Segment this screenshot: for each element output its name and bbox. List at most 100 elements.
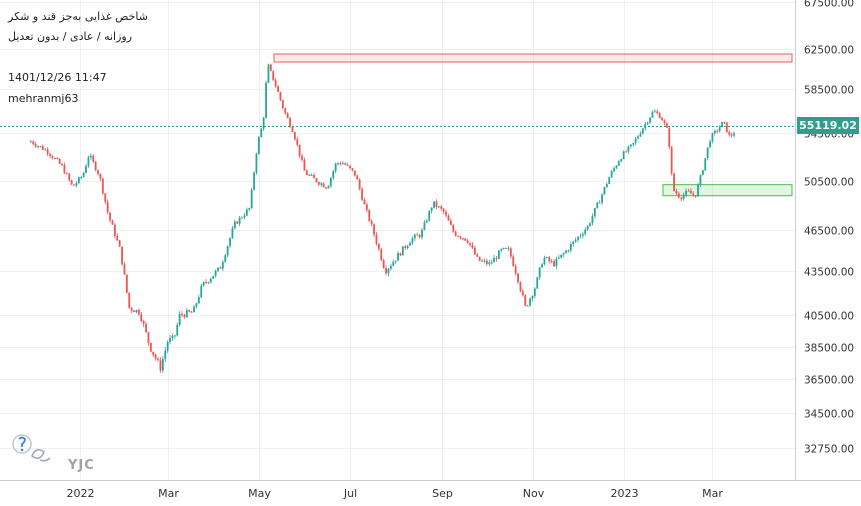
candle: [509, 246, 512, 259]
candle: [238, 215, 241, 227]
candle: [603, 186, 606, 196]
candle: [195, 302, 198, 309]
candle: [490, 259, 493, 265]
candle: [267, 63, 270, 83]
candle: [113, 222, 116, 239]
candle: [435, 199, 438, 210]
support-zone: [662, 184, 793, 197]
candle: [445, 209, 447, 218]
candle: [44, 148, 47, 151]
candle: [209, 277, 212, 284]
y-tick-label: 36500.00: [804, 375, 854, 387]
candle: [152, 351, 155, 358]
candle: [704, 158, 707, 172]
candle: [310, 173, 313, 176]
candle: [387, 268, 390, 277]
candle: [598, 200, 601, 204]
candle: [245, 207, 248, 217]
candle: [370, 219, 373, 227]
candle: [99, 173, 102, 182]
candle: [353, 170, 356, 177]
candle: [200, 283, 203, 299]
candle: [497, 249, 500, 259]
candle: [668, 125, 671, 150]
candle: [711, 132, 714, 144]
y-tick-label: 40500.00: [804, 311, 854, 323]
candle: [169, 334, 171, 344]
candle-series: [29, 63, 735, 373]
price-axis[interactable]: 32750.00 34500.00 36500.00 38500.00 40500.00…: [804, 0, 854, 456]
candle: [164, 347, 167, 363]
candle: [644, 121, 647, 131]
candle: [471, 242, 474, 249]
candle: [46, 147, 49, 157]
candle: [392, 259, 395, 267]
candle: [39, 145, 42, 148]
candle: [289, 117, 291, 128]
candle: [65, 172, 68, 175]
candle: [617, 159, 620, 167]
candle: [449, 217, 452, 226]
x-tick-label: Sep: [432, 487, 453, 500]
candle: [423, 220, 426, 231]
candle: [591, 213, 594, 226]
candle: [562, 252, 565, 258]
candle: [447, 213, 450, 221]
candle: [382, 258, 385, 269]
candle: [565, 249, 567, 254]
candle: [721, 121, 723, 128]
candle: [248, 207, 251, 212]
candle: [56, 156, 59, 160]
candle: [303, 157, 306, 171]
candle: [526, 304, 529, 307]
last-price-label: 55119.02: [797, 117, 859, 134]
candle: [521, 289, 524, 297]
candle: [51, 154, 54, 160]
candle: [214, 269, 217, 278]
candle: [133, 309, 135, 313]
y-tick-label: 32750.00: [804, 444, 854, 456]
candle: [37, 145, 39, 149]
candle: [574, 237, 577, 243]
candle: [553, 259, 555, 268]
candle: [212, 275, 215, 279]
candle: [706, 147, 709, 161]
candle: [716, 129, 719, 134]
candle: [680, 196, 683, 202]
candle: [106, 199, 109, 215]
candle: [315, 177, 318, 184]
candle: [505, 247, 507, 250]
candle: [269, 63, 272, 72]
candle: [613, 166, 615, 173]
candle: [433, 201, 435, 209]
candle: [231, 225, 234, 240]
candle: [229, 237, 231, 248]
candle: [713, 129, 716, 136]
candle: [495, 255, 498, 262]
candle: [457, 235, 459, 237]
candle: [159, 356, 162, 373]
y-tick-label: 34500.00: [804, 409, 854, 421]
candle: [118, 239, 121, 247]
candle: [202, 281, 205, 287]
candle: [589, 221, 591, 228]
candle: [193, 304, 195, 313]
y-tick-label: 38500.00: [804, 343, 854, 355]
candle: [634, 136, 637, 146]
candle: [233, 219, 236, 230]
candle: [653, 109, 656, 113]
candle: [265, 80, 267, 119]
candle: [327, 185, 330, 189]
candle: [123, 261, 126, 276]
candle: [281, 99, 284, 110]
candle: [536, 276, 539, 290]
candle: [413, 233, 416, 241]
time-axis[interactable]: 2022 Mar May Jul Sep Nov 2023 Mar: [67, 487, 724, 500]
candle: [53, 157, 56, 160]
candle: [284, 107, 287, 115]
candle: [257, 135, 260, 156]
candle: [346, 162, 349, 167]
candle: [555, 256, 558, 270]
candle: [637, 134, 639, 140]
candle: [183, 313, 186, 319]
